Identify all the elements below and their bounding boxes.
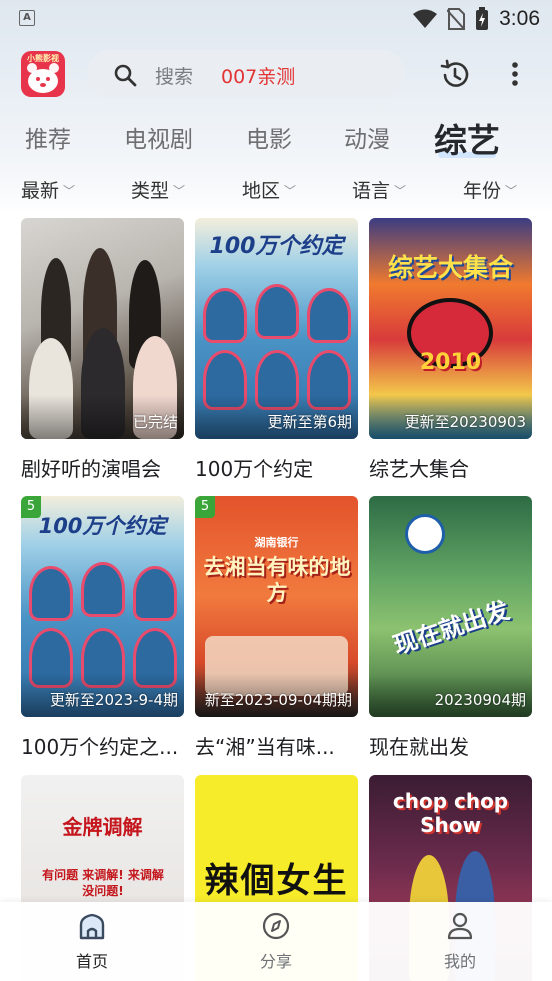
- poster-title-art: 综艺大集合: [387, 253, 513, 282]
- poster-title-art: 辣個女生: [204, 861, 349, 901]
- video-title: 100万个约定: [195, 457, 314, 481]
- poster-image: 湖南银行 去湘当有味的地方 5 新至2023-09-04期期: [195, 496, 358, 717]
- poster-title-art: 现在就出发: [389, 596, 513, 660]
- compass-icon: [262, 912, 290, 940]
- poster-image: 100万个约定 更新至第6期: [195, 218, 358, 439]
- video-title: 综艺大集合: [369, 457, 469, 481]
- poster-image: 综艺大集合 2010 更新至20230903: [369, 218, 532, 439]
- poster-title-art: 金牌调解: [62, 815, 143, 839]
- poster-image: 现在就出发 20230904期: [369, 496, 532, 717]
- nav-label: 分享: [259, 952, 292, 971]
- update-status: 新至2023-09-04期期: [204, 691, 352, 709]
- video-card[interactable]: 综艺大集合 2010 更新至20230903 综艺大集合: [369, 218, 532, 482]
- update-status: 已完结: [132, 413, 178, 431]
- video-card[interactable]: 100万个约定 更新至第6期 100万个约定: [195, 218, 358, 482]
- nav-label: 我的: [443, 952, 476, 971]
- nav-label: 首页: [75, 952, 108, 971]
- nav-profile[interactable]: 我的: [420, 912, 500, 972]
- update-status: 20230904期: [434, 691, 526, 709]
- poster-title-art: 100万个约定: [209, 234, 344, 259]
- poster-title-art: 100万个约定: [38, 514, 167, 538]
- video-title: 100万个约定之...: [21, 735, 179, 759]
- poster-sponsor-art: 湖南银行: [254, 536, 299, 549]
- update-status: 更新至20230903: [404, 413, 526, 431]
- video-card[interactable]: 已完结 剧好听的演唱会: [21, 218, 184, 482]
- poster-image: 100万个约定 5 更新至2023-9-4期: [21, 496, 184, 717]
- episode-badge: 5: [21, 496, 41, 518]
- video-title: 现在就出发: [369, 735, 469, 759]
- update-status: 更新至第6期: [267, 413, 352, 431]
- poster-year-art: 2010: [419, 350, 482, 375]
- nav-share[interactable]: 分享: [236, 912, 316, 972]
- bottom-navigation: 首页 分享 我的: [0, 902, 552, 981]
- video-card[interactable]: 100万个约定 5 更新至2023-9-4期 100万个约定之...: [21, 496, 184, 760]
- home-icon: [79, 913, 105, 940]
- video-title: 剧好听的演唱会: [21, 457, 161, 481]
- poster-title-art: 去湘当有味的地方: [203, 555, 351, 605]
- poster-title-art: chop chop Show: [392, 789, 509, 837]
- episode-badge: 5: [195, 496, 215, 518]
- poster-image: 已完结: [21, 218, 184, 439]
- poster-tagline-art: 有问题 来调解! 来调解 没问题!: [42, 868, 164, 898]
- video-title: 去“湘”当有味...: [195, 735, 335, 759]
- video-card[interactable]: 现在就出发 20230904期 现在就出发: [369, 496, 532, 760]
- video-card[interactable]: 湖南银行 去湘当有味的地方 5 新至2023-09-04期期 去“湘”当有味..…: [195, 496, 358, 760]
- content-grid: 已完结 剧好听的演唱会 100万个约定 更新至第6期 100万个约定 综艺大集合…: [0, 0, 552, 981]
- nav-home[interactable]: 首页: [52, 912, 132, 972]
- update-status: 更新至2023-9-4期: [49, 691, 178, 709]
- person-icon: [447, 912, 473, 940]
